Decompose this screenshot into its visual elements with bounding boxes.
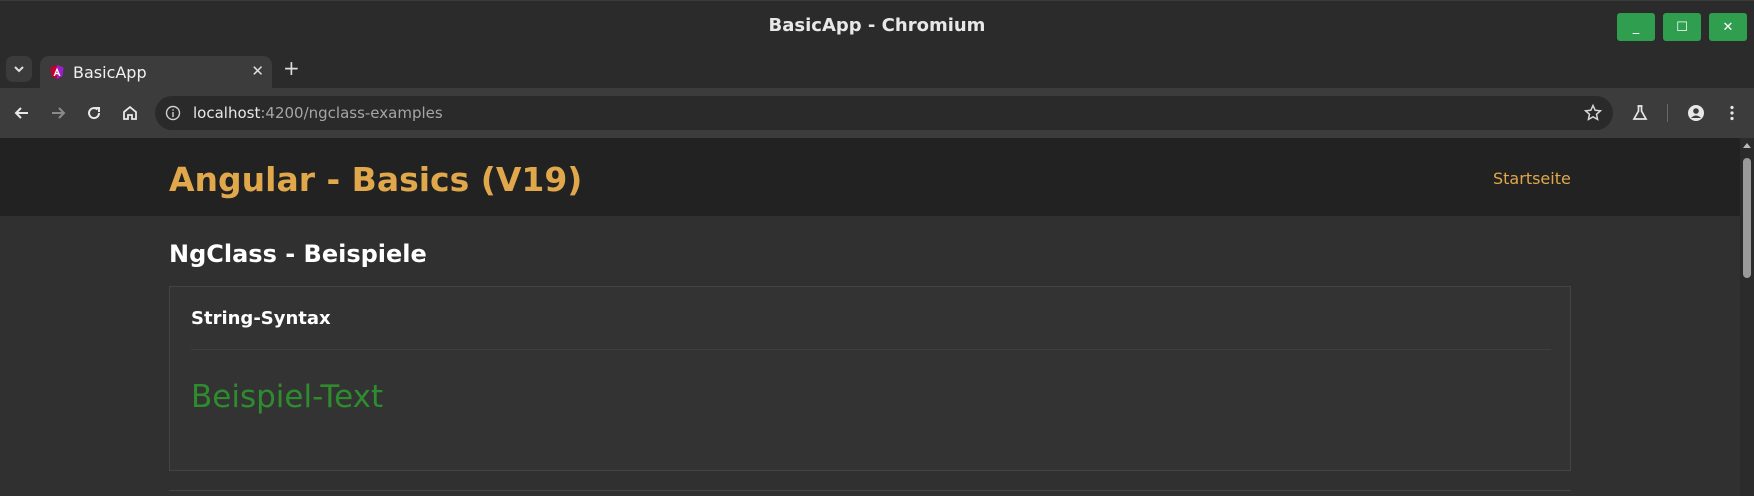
scrollbar-thumb[interactable] xyxy=(1743,158,1751,278)
chevron-down-icon xyxy=(14,66,24,73)
app-header: Angular - Basics (V19) Startseite xyxy=(0,138,1740,216)
maximize-button[interactable]: ☐ xyxy=(1663,13,1701,41)
url-host: localhost xyxy=(193,104,261,122)
next-card-edge xyxy=(169,490,1571,496)
reload-icon xyxy=(88,107,101,120)
app-brand[interactable]: Angular - Basics (V19) xyxy=(169,160,582,199)
tab-label: BasicApp xyxy=(73,63,147,82)
window-titlebar: BasicApp - Chromium _ ☐ ✕ xyxy=(0,0,1754,50)
example-card: String-Syntax Beispiel-Text xyxy=(169,286,1571,471)
page-title: NgClass - Beispiele xyxy=(169,240,427,268)
home-button[interactable] xyxy=(118,101,142,125)
reload-button[interactable] xyxy=(82,101,106,125)
url-path: :4200/ngclass-examples xyxy=(260,104,443,122)
tab-strip: BasicApp ✕ + xyxy=(0,50,1754,89)
card-divider xyxy=(191,349,1551,350)
menu-button[interactable] xyxy=(1720,101,1744,125)
page-viewport: Angular - Basics (V19) Startseite NgClas… xyxy=(0,138,1754,496)
arrow-left-icon xyxy=(14,107,28,119)
labs-button[interactable] xyxy=(1628,101,1652,125)
example-text: Beispiel-Text xyxy=(191,379,384,415)
forward-button[interactable] xyxy=(46,101,70,125)
more-vertical-icon xyxy=(1730,105,1734,121)
back-button[interactable] xyxy=(10,101,34,125)
window-title: BasicApp - Chromium xyxy=(768,15,986,36)
card-title: String-Syntax xyxy=(191,308,331,329)
tab-search-button[interactable] xyxy=(6,56,32,82)
home-icon xyxy=(123,105,137,120)
scroll-up-arrow-icon[interactable] xyxy=(1743,143,1751,148)
profile-button[interactable] xyxy=(1684,101,1708,125)
browser-toolbar: localhost:4200/ngclass-examples xyxy=(0,88,1754,138)
address-bar[interactable]: localhost:4200/ngclass-examples xyxy=(155,96,1613,130)
arrow-right-icon xyxy=(52,107,66,119)
minimize-button[interactable]: _ xyxy=(1617,13,1655,41)
flask-icon xyxy=(1632,105,1648,120)
url-text: localhost:4200/ngclass-examples xyxy=(193,104,443,122)
close-window-button[interactable]: ✕ xyxy=(1709,13,1747,41)
bookmark-star-icon[interactable] xyxy=(1583,103,1603,123)
tab-close-button[interactable]: ✕ xyxy=(251,62,264,80)
nav-link-startseite[interactable]: Startseite xyxy=(1493,169,1571,188)
site-info-icon[interactable] xyxy=(165,105,181,121)
tab-basicapp[interactable]: BasicApp ✕ xyxy=(40,56,272,89)
vertical-scrollbar[interactable] xyxy=(1740,138,1754,496)
angular-logo-icon xyxy=(50,65,64,79)
new-tab-button[interactable]: + xyxy=(283,56,300,80)
profile-avatar-icon xyxy=(1688,105,1704,121)
toolbar-separator xyxy=(1667,104,1668,122)
